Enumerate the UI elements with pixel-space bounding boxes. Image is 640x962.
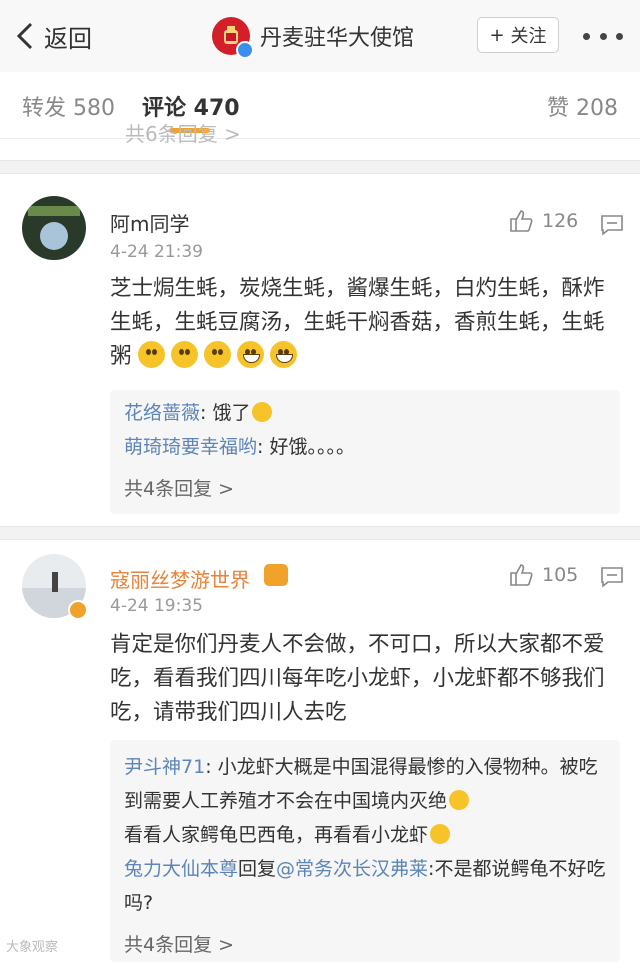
thumbs-up-icon <box>510 564 533 586</box>
view-more-replies[interactable]: 共4条回复 > <box>124 474 606 501</box>
reply-line[interactable]: 萌琦琦要幸福哟: 好饿。。。。 <box>124 430 606 464</box>
verified-badge-icon <box>236 41 254 59</box>
section-divider <box>0 160 640 174</box>
tab-bar: 转发 580 评论 470 赞 208 <box>0 72 640 139</box>
like-count: 105 <box>542 564 579 586</box>
reply-comment-icon[interactable] <box>600 566 624 588</box>
account-title[interactable]: 丹麦驻华大使馆 <box>212 16 415 59</box>
comment-card: 寇丽丝梦游世界 4-24 19:35 105 肯定是你们丹麦人不会做，不可口，所… <box>0 540 640 962</box>
section-divider <box>0 526 640 540</box>
embassy-avatar <box>212 17 254 59</box>
comment-card: 阿m同学 4-24 21:39 126 芝士焗生蚝，炭烧生蚝，酱爆生蚝，白灼生蚝… <box>0 174 640 526</box>
comment-time: 4-24 21:39 <box>110 242 203 262</box>
reply-comment-icon[interactable] <box>600 214 624 236</box>
like-button[interactable]: 126 <box>508 208 578 234</box>
back-button[interactable]: 返回 <box>14 16 92 56</box>
member-crown-icon <box>264 564 288 586</box>
comment-text: 肯定是你们丹麦人不会做，不可口，所以大家都不爱吃，看看我们四川每年吃小龙虾，小龙… <box>110 632 605 725</box>
page-title: 丹麦驻华大使馆 <box>260 26 415 51</box>
laugh-emoji-icon <box>252 402 273 422</box>
laugh-emoji-icon <box>449 790 470 810</box>
reply-preview-box: 花络蔷薇: 饿了 萌琦琦要幸福哟: 好饿。。。。 共4条回复 > <box>110 390 620 514</box>
more-options-icon[interactable] <box>583 24 623 48</box>
back-label: 返回 <box>44 24 92 53</box>
drooling-emoji-icon <box>204 341 232 368</box>
reply-preview-box: 尹斗神71: 小龙虾大概是中国混得最惨的入侵物种。被吃到需要人工养殖才不会在中国… <box>110 740 620 962</box>
follow-label: 关注 <box>510 26 547 47</box>
drooling-emoji-icon <box>138 341 166 368</box>
like-count: 126 <box>542 210 579 232</box>
comment-time: 4-24 19:35 <box>110 596 203 616</box>
reply-line[interactable]: 尹斗神71: 小龙虾大概是中国混得最惨的入侵物种。被吃到需要人工养殖才不会在中国… <box>124 750 606 818</box>
reply-line[interactable]: 看看人家鳄龟巴西龟，再看看小龙虾 <box>124 818 606 852</box>
view-more-replies[interactable]: 共4条回复 > <box>124 930 606 957</box>
partial-reply-count[interactable]: 共6条回复 > <box>125 118 241 147</box>
comment-text: 芝士焗生蚝，炭烧生蚝，酱爆生蚝，白灼生蚝，酥炸生蚝，生蚝豆腐汤，生蚝干焖香菇，香… <box>110 276 605 369</box>
top-nav-bar: 返回 丹麦驻华大使馆 + 关注 <box>0 0 640 73</box>
follow-button[interactable]: + 关注 <box>477 17 559 53</box>
grin-emoji-icon <box>270 341 298 368</box>
tab-likes[interactable]: 赞 208 <box>547 90 618 122</box>
comment-author[interactable]: 寇丽丝梦游世界 <box>110 564 250 593</box>
grin-emoji-icon <box>237 341 265 368</box>
thumbs-up-icon <box>510 210 533 232</box>
plus-icon: + <box>489 24 505 46</box>
tab-repost[interactable]: 转发 580 <box>22 90 115 122</box>
comment-author[interactable]: 阿m同学 <box>110 208 189 237</box>
drooling-emoji-icon <box>171 341 199 368</box>
chevron-left-icon <box>16 22 33 50</box>
reply-line[interactable]: 兔力大仙本尊回复@常务次长汉弗莱:不是都说鳄龟不好吃吗? <box>124 852 606 920</box>
reply-line[interactable]: 花络蔷薇: 饿了 <box>124 396 606 430</box>
verified-badge-icon <box>68 600 88 620</box>
avatar[interactable] <box>22 196 86 260</box>
watermark: 大象观察 <box>6 940 59 955</box>
like-button[interactable]: 105 <box>508 562 578 588</box>
laugh-emoji-icon <box>430 824 451 844</box>
